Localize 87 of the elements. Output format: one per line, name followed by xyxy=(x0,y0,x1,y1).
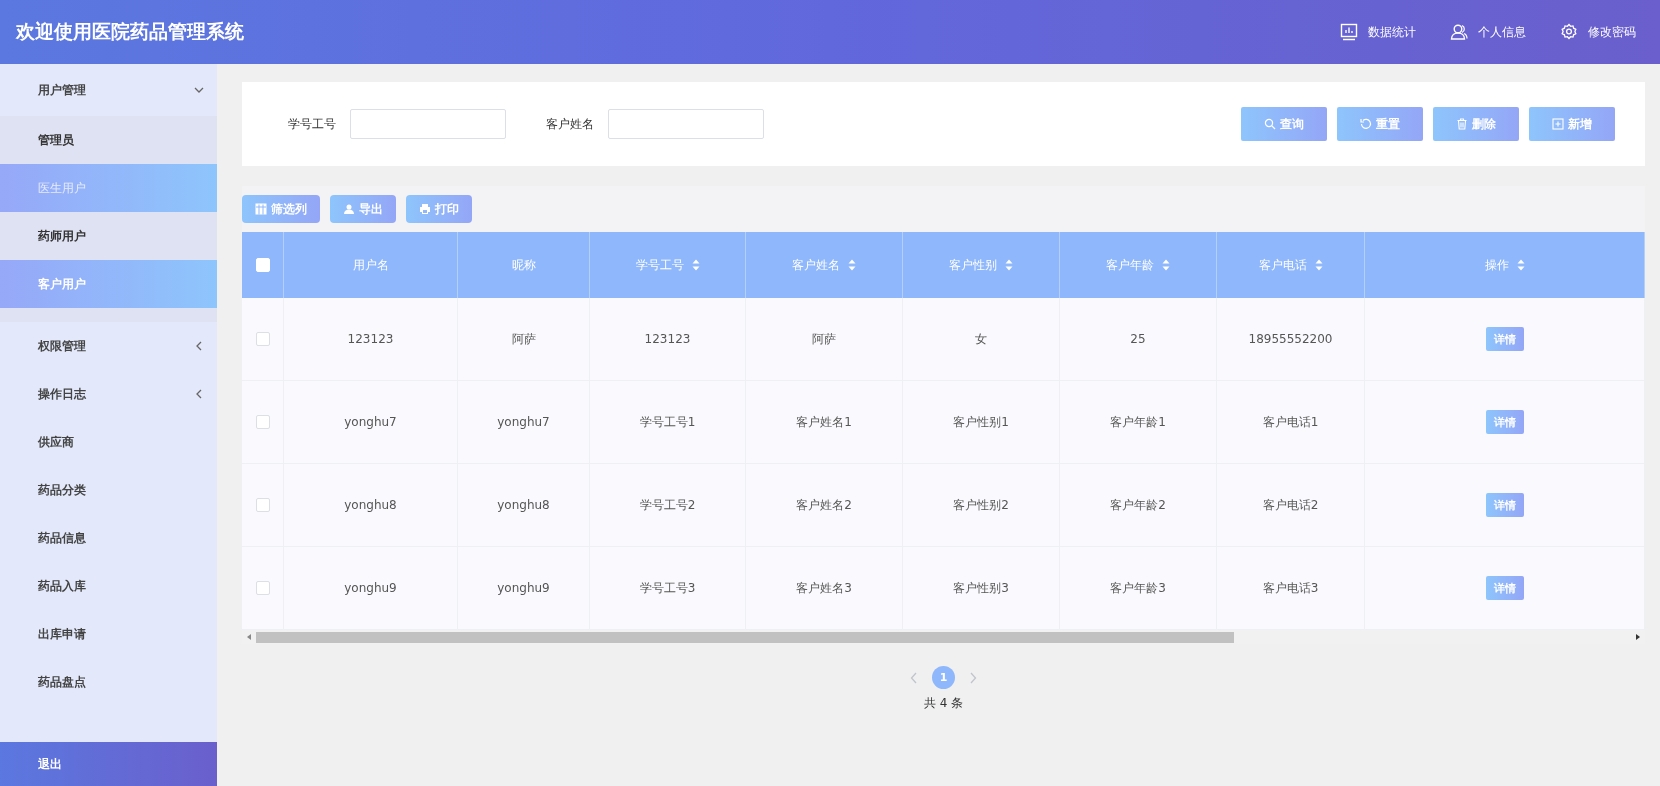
submenu-item[interactable]: 管理员 xyxy=(0,116,217,164)
table-cell: 客户性别3 xyxy=(953,579,1009,597)
column-header: 学号工号 xyxy=(635,256,684,274)
table-cell: 客户电话2 xyxy=(1262,496,1319,514)
table-cell: yonghu7 xyxy=(497,415,550,429)
table-cell: 学号工号3 xyxy=(639,579,696,597)
sort-icon[interactable] xyxy=(1516,259,1525,271)
app-title: 欢迎使用医院药品管理系统 xyxy=(16,19,244,44)
table-cell: 客户电话1 xyxy=(1262,413,1319,431)
field-label: 客户姓名 xyxy=(546,115,594,133)
checkbox[interactable] xyxy=(255,332,270,346)
menu-item[interactable]: 药品盘点 xyxy=(0,658,217,706)
table-cell: 客户年龄2 xyxy=(1110,496,1166,514)
menu-item[interactable]: 出库申请 xyxy=(0,610,217,658)
column-header: 客户电话 xyxy=(1258,256,1307,274)
trash-icon xyxy=(1456,118,1468,130)
sort-icon[interactable] xyxy=(1162,259,1170,271)
table-cell: 客户电话3 xyxy=(1262,579,1319,597)
table-cell: 123123 xyxy=(644,332,691,346)
column-header: 用户名 xyxy=(352,256,389,274)
menu-item[interactable]: 操作日志 xyxy=(0,370,217,418)
table-cell: yonghu9 xyxy=(344,581,397,595)
menu-item[interactable]: 药品信息 xyxy=(0,514,217,562)
refresh-icon xyxy=(1360,118,1372,130)
checkbox[interactable] xyxy=(255,498,270,512)
menu-item[interactable]: 权限管理 xyxy=(0,322,217,370)
table-cell: yonghu7 xyxy=(344,415,397,429)
header-link[interactable]: 修改密码 xyxy=(1560,23,1636,41)
checkbox[interactable] xyxy=(255,415,270,429)
sort-icon[interactable] xyxy=(1314,259,1323,271)
previous-page-icon[interactable] xyxy=(910,671,918,684)
column-header: 操作 xyxy=(1484,256,1509,274)
table-cell: 客户年龄1 xyxy=(1110,413,1166,431)
header-link[interactable]: 个人信息 xyxy=(1450,23,1526,41)
logout-button[interactable]: 退出 xyxy=(0,742,217,786)
menu-item[interactable]: 药品入库 xyxy=(0,562,217,610)
add-icon xyxy=(1552,118,1564,130)
column-header: 昵称 xyxy=(511,256,536,274)
next-page-icon[interactable] xyxy=(969,671,977,684)
columns-icon xyxy=(255,203,267,215)
table-cell: 阿萨 xyxy=(511,330,536,348)
search-icon xyxy=(1264,118,1276,130)
table-cell: 客户性别1 xyxy=(953,413,1009,431)
column-header: 客户姓名 xyxy=(792,256,840,274)
table-cell: yonghu9 xyxy=(497,581,550,595)
table-cell: 123123 xyxy=(347,332,394,346)
table-cell: 客户姓名3 xyxy=(796,579,852,597)
sort-icon[interactable] xyxy=(1005,259,1013,271)
table-cell: 客户年龄3 xyxy=(1110,579,1166,597)
settings-icon xyxy=(1560,23,1578,41)
toolbar-button[interactable]: 导出 xyxy=(330,195,396,223)
column-header: 客户性别 xyxy=(949,256,997,274)
chart-icon xyxy=(1340,23,1358,41)
input-field[interactable] xyxy=(608,109,764,139)
action-button[interactable]: 删除 xyxy=(1433,107,1519,141)
table-cell: yonghu8 xyxy=(344,498,397,512)
menu-item[interactable]: 用户管理 xyxy=(0,64,217,116)
table-cell: yonghu8 xyxy=(497,498,550,512)
checkbox[interactable] xyxy=(255,581,270,595)
table-cell: 女 xyxy=(975,330,987,348)
table-cell: 客户姓名2 xyxy=(796,496,852,514)
table-cell: 18955552200 xyxy=(1248,332,1333,346)
action-button[interactable]: 查询 xyxy=(1241,107,1327,141)
total-count: 共 4 条 xyxy=(922,695,965,712)
scroll-left-icon[interactable] xyxy=(246,633,252,641)
field-label: 学号工号 xyxy=(288,115,336,133)
sort-icon[interactable] xyxy=(848,259,856,271)
table-cell: 阿萨 xyxy=(812,330,836,348)
menu-item[interactable]: 供应商 xyxy=(0,418,217,466)
toolbar-button[interactable]: 打印 xyxy=(406,195,472,223)
printer-icon xyxy=(419,203,431,215)
submenu-item[interactable]: 客户用户 xyxy=(0,260,217,308)
menu-item[interactable]: 药品分类 xyxy=(0,466,217,514)
table-cell: 学号工号2 xyxy=(639,496,696,514)
input-field[interactable] xyxy=(350,109,506,139)
sort-icon[interactable] xyxy=(691,259,700,271)
user-icon xyxy=(1450,23,1468,41)
action-button[interactable]: 新增 xyxy=(1529,107,1615,141)
table-cell: 客户性别2 xyxy=(953,496,1009,514)
column-header: 客户年龄 xyxy=(1106,256,1154,274)
scroll-right-icon[interactable] xyxy=(1635,633,1641,641)
table-cell: 客户姓名1 xyxy=(796,413,852,431)
header-link[interactable]: 数据统计 xyxy=(1340,23,1416,41)
submenu-item[interactable]: 药师用户 xyxy=(0,212,217,260)
table-cell: 25 xyxy=(1130,332,1146,346)
action-button[interactable]: 重置 xyxy=(1337,107,1423,141)
table-cell: 学号工号1 xyxy=(639,413,696,431)
